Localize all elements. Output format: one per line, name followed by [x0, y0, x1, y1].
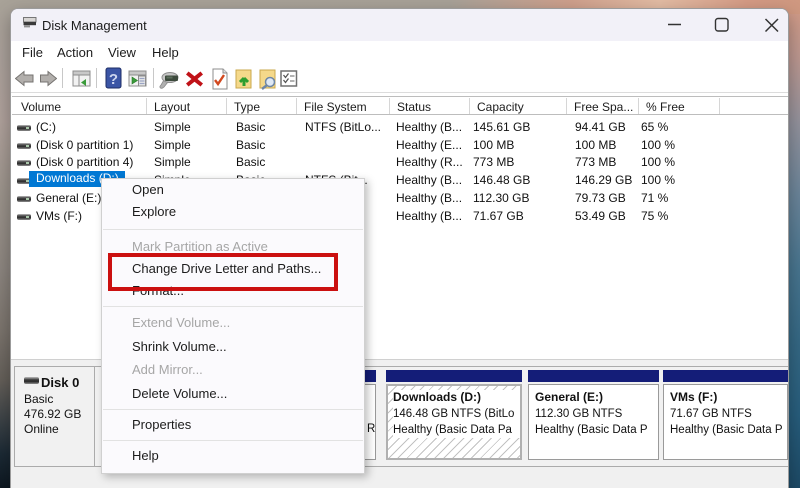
svg-text:?: ?: [109, 71, 118, 88]
